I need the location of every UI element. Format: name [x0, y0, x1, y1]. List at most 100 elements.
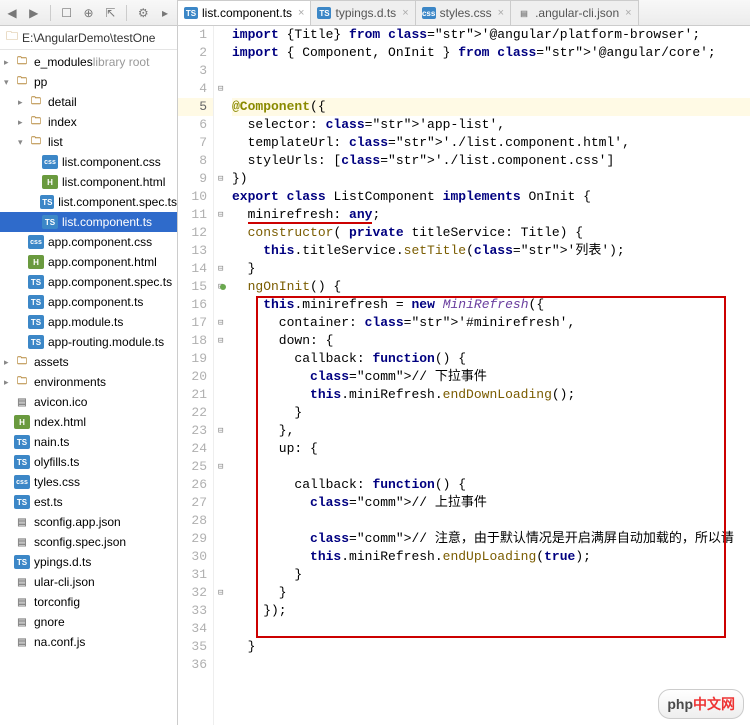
tree-item[interactable]: csstyles.css — [0, 472, 177, 492]
code-line[interactable]: } — [232, 260, 750, 278]
tree-item[interactable]: ▸🗀index — [0, 112, 177, 132]
fold-icon[interactable]: ⊟ — [218, 318, 223, 328]
code-line[interactable] — [232, 62, 750, 80]
code-line[interactable]: } — [232, 404, 750, 422]
gear-icon[interactable]: ⚙ — [135, 5, 151, 21]
code-line[interactable]: this.miniRefresh.endDownLoading(); — [232, 386, 750, 404]
nav-left-icon[interactable]: ◀ — [4, 5, 20, 21]
code-line[interactable]: class="comm">// 注意，由于默认情况是开启满屏自动加载的，所以请 — [232, 530, 750, 548]
expand-icon[interactable]: ▾ — [4, 77, 14, 88]
tree-item[interactable]: TSapp-routing.module.ts — [0, 332, 177, 352]
tree-item[interactable]: TSest.ts — [0, 492, 177, 512]
close-icon[interactable]: × — [402, 7, 408, 19]
tree-item[interactable]: Hndex.html — [0, 412, 177, 432]
tree-item[interactable]: ▤sconfig.spec.json — [0, 532, 177, 552]
code-line[interactable]: import { Component, OnInit } from class=… — [232, 44, 750, 62]
tree-item[interactable]: cssapp.component.css — [0, 232, 177, 252]
tree-item[interactable]: ▤avicon.ico — [0, 392, 177, 412]
close-icon[interactable]: × — [498, 7, 504, 19]
nav-right-icon[interactable]: ▶ — [26, 5, 42, 21]
code-line[interactable]: templateUrl: class="str">'./list.compone… — [232, 134, 750, 152]
code-line[interactable]: class="comm">// 上拉事件 — [232, 494, 750, 512]
expand-icon[interactable]: ▸ — [4, 57, 14, 68]
expand-icon[interactable]: ▸ — [4, 357, 14, 368]
code-line[interactable]: }) — [232, 170, 750, 188]
fold-icon[interactable]: ⊟ — [218, 84, 223, 94]
code-line[interactable]: callback: function() { — [232, 476, 750, 494]
fold-icon[interactable]: ⊟ — [218, 336, 223, 346]
tree-item[interactable]: ▤na.conf.js — [0, 632, 177, 652]
show-folder-icon[interactable]: ☐ — [59, 5, 75, 21]
code-line[interactable]: minirefresh: any; — [232, 206, 750, 224]
code-line[interactable]: } — [232, 584, 750, 602]
code-line[interactable]: }); — [232, 602, 750, 620]
tree-item[interactable]: TSnain.ts — [0, 432, 177, 452]
fold-icon[interactable]: ⊟ — [218, 588, 223, 598]
tree-item[interactable]: csslist.component.css — [0, 152, 177, 172]
tree-item[interactable]: ▸🗀detail — [0, 92, 177, 112]
editor-tab[interactable]: ▤.angular-cli.json× — [510, 0, 638, 25]
editor-tab[interactable]: TSlist.component.ts× — [177, 0, 311, 25]
tree-item[interactable]: TSapp.module.ts — [0, 312, 177, 332]
tree-item[interactable]: TSolyfills.ts — [0, 452, 177, 472]
code-line[interactable]: down: { — [232, 332, 750, 350]
tree-item[interactable]: ▸🗀e_modules library root — [0, 52, 177, 72]
tree-item[interactable]: TSlist.component.ts — [0, 212, 177, 232]
editor-tab[interactable]: cssstyles.css× — [415, 0, 511, 25]
close-icon[interactable]: × — [625, 7, 631, 19]
code-line[interactable]: export class ListComponent implements On… — [232, 188, 750, 206]
target-icon[interactable]: ⊕ — [81, 5, 97, 21]
tree-item[interactable]: Hlist.component.html — [0, 172, 177, 192]
code-line[interactable] — [232, 458, 750, 476]
expand-icon[interactable]: ▸ — [18, 97, 28, 108]
tree-item[interactable]: ▤torconfig — [0, 592, 177, 612]
tree-item[interactable]: ▤ular-cli.json — [0, 572, 177, 592]
code-editor[interactable]: 1234567891011121314151617181920212223242… — [178, 26, 750, 725]
code-line[interactable]: } — [232, 638, 750, 656]
tree-item[interactable]: TSypings.d.ts — [0, 552, 177, 572]
code-line[interactable]: container: class="str">'#minirefresh', — [232, 314, 750, 332]
expand-icon[interactable]: ▸ — [18, 117, 28, 128]
collapse-icon[interactable]: ⇱ — [102, 5, 118, 21]
code-line[interactable]: styleUrls: [class="str">'./list.componen… — [232, 152, 750, 170]
code-line[interactable]: callback: function() { — [232, 350, 750, 368]
fold-icon[interactable]: ⊟ — [218, 426, 223, 436]
fold-icon[interactable]: ⊟ — [218, 264, 223, 274]
fold-icon[interactable]: ⊟ — [218, 462, 223, 472]
fold-icon[interactable]: ⊟ — [218, 174, 223, 184]
code-line[interactable] — [232, 512, 750, 530]
close-icon[interactable]: × — [298, 7, 304, 19]
tree-item[interactable]: ▸🗀assets — [0, 352, 177, 372]
tree-item[interactable]: TSapp.component.ts — [0, 292, 177, 312]
tree-item[interactable]: ▾🗀pp — [0, 72, 177, 92]
tree-item[interactable]: ▤gnore — [0, 612, 177, 632]
tree-item[interactable]: Happ.component.html — [0, 252, 177, 272]
tree-item[interactable]: ▤sconfig.app.json — [0, 512, 177, 532]
code-line[interactable]: import {Title} from class="str">'@angula… — [232, 26, 750, 44]
code-line[interactable]: class="comm">// 下拉事件 — [232, 368, 750, 386]
editor-tab[interactable]: TStypings.d.ts× — [310, 0, 415, 25]
fold-icon[interactable]: ⊟ — [218, 210, 223, 220]
code-line[interactable]: selector: class="str">'app-list', — [232, 116, 750, 134]
code-line[interactable]: } — [232, 566, 750, 584]
code-line[interactable] — [232, 656, 750, 674]
code-line[interactable]: this.miniRefresh.endUpLoading(true); — [232, 548, 750, 566]
code-line[interactable]: }, — [232, 422, 750, 440]
code-line[interactable] — [232, 80, 750, 98]
expand-icon[interactable]: ▾ — [18, 137, 28, 148]
code-line[interactable]: this.minirefresh = new MiniRefresh({ — [232, 296, 750, 314]
expand-icon[interactable]: ▸ — [4, 377, 14, 388]
code-line[interactable]: constructor( private titleService: Title… — [232, 224, 750, 242]
code-line[interactable]: up: { — [232, 440, 750, 458]
code-line[interactable]: this.titleService.setTitle(class="str">'… — [232, 242, 750, 260]
code-line[interactable]: @Component({ — [232, 98, 750, 116]
tree-item[interactable]: TSapp.component.spec.ts — [0, 272, 177, 292]
code-line[interactable]: ngOnInit() { — [232, 278, 750, 296]
hide-icon[interactable]: ▸ — [157, 5, 173, 21]
tree-item[interactable]: ▾🗀list — [0, 132, 177, 152]
tree-item[interactable]: TSlist.component.spec.ts — [0, 192, 177, 212]
code-line[interactable] — [232, 620, 750, 638]
code-content[interactable]: import {Title} from class="str">'@angula… — [232, 26, 750, 725]
file-tree[interactable]: ▸🗀e_modules library root▾🗀pp▸🗀detail▸🗀in… — [0, 50, 177, 725]
tree-item[interactable]: ▸🗀environments — [0, 372, 177, 392]
